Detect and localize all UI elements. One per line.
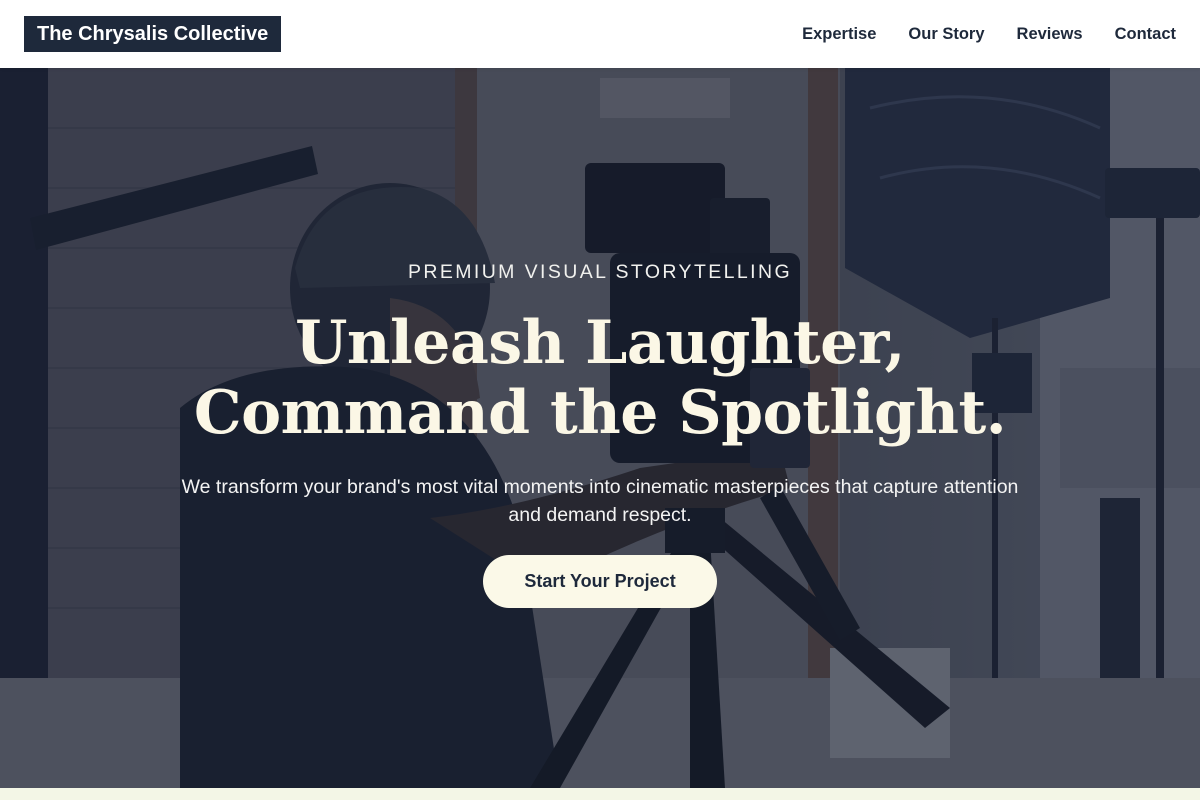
- brand-logo[interactable]: The Chrysalis Collective: [24, 16, 282, 52]
- nav-item-expertise[interactable]: Expertise: [802, 25, 876, 44]
- hero-section: PREMIUM VISUAL STORYTELLING Unleash Laug…: [0, 68, 1200, 788]
- nav-item-reviews[interactable]: Reviews: [1017, 25, 1083, 44]
- hero-content: PREMIUM VISUAL STORYTELLING Unleash Laug…: [0, 68, 1200, 788]
- nav-item-our-story[interactable]: Our Story: [908, 25, 984, 44]
- hero-headline: Unleash Laughter, Command the Spotlight.: [0, 308, 1200, 448]
- main-nav: Expertise Our Story Reviews Contact: [802, 25, 1176, 44]
- hero-eyebrow: PREMIUM VISUAL STORYTELLING: [407, 261, 793, 283]
- hero-headline-line-2: Command the Spotlight.: [193, 378, 1007, 448]
- site-header: The Chrysalis Collective Expertise Our S…: [0, 0, 1200, 68]
- hero-lead-text: We transform your brand's most vital mom…: [181, 476, 1019, 526]
- hero-headline-line-1: Unleash Laughter,: [295, 308, 905, 378]
- start-project-button[interactable]: Start Your Project: [483, 555, 717, 608]
- next-section-edge: [0, 788, 1200, 800]
- nav-item-contact[interactable]: Contact: [1115, 25, 1176, 44]
- page: The Chrysalis Collective Expertise Our S…: [0, 0, 1200, 800]
